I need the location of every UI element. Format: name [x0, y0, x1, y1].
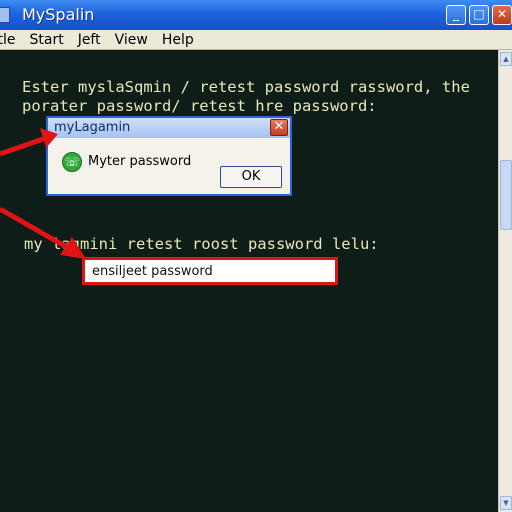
app-icon [0, 7, 10, 23]
close-button[interactable]: ✕ [492, 5, 512, 25]
ok-button[interactable]: OK [220, 166, 282, 188]
menu-bar: ttle Start Jeft View Help [0, 30, 512, 50]
scroll-down-button[interactable]: ▼ [500, 496, 512, 510]
menu-item-help[interactable]: Help [162, 32, 194, 48]
terminal-line: porater password/ retest hre password: [22, 97, 377, 115]
terminal-line: Ester myslaSqmin / retest password rassw… [22, 78, 470, 96]
vertical-scrollbar[interactable]: ▲ ▼ [498, 50, 512, 512]
red-arrow-icon [0, 206, 86, 259]
window-titlebar[interactable]: MySpalin _ □ ✕ [0, 0, 512, 30]
password-input[interactable]: ensiljeet password [82, 257, 338, 285]
scroll-thumb[interactable] [500, 160, 512, 230]
phone-icon: ☏ [62, 152, 82, 172]
dialog-close-button[interactable]: ✕ [270, 119, 288, 136]
dialog-message: Myter password [88, 154, 192, 169]
scroll-up-button[interactable]: ▲ [500, 52, 512, 66]
menu-item-file[interactable]: ttle [0, 32, 15, 48]
minimize-button[interactable]: _ [446, 5, 466, 25]
menu-item-jeft[interactable]: Jeft [78, 32, 101, 48]
menu-item-view[interactable]: View [115, 32, 148, 48]
dialog-titlebar[interactable]: myLagamin ✕ [48, 118, 290, 138]
red-arrow-icon [0, 128, 58, 157]
dialog-title: myLagamin [54, 120, 131, 135]
password-dialog: myLagamin ✕ ☏ Myter password OK [46, 116, 292, 196]
menu-item-start[interactable]: Start [29, 32, 63, 48]
window-title: MySpalin [22, 5, 95, 24]
maximize-button[interactable]: □ [469, 5, 489, 25]
